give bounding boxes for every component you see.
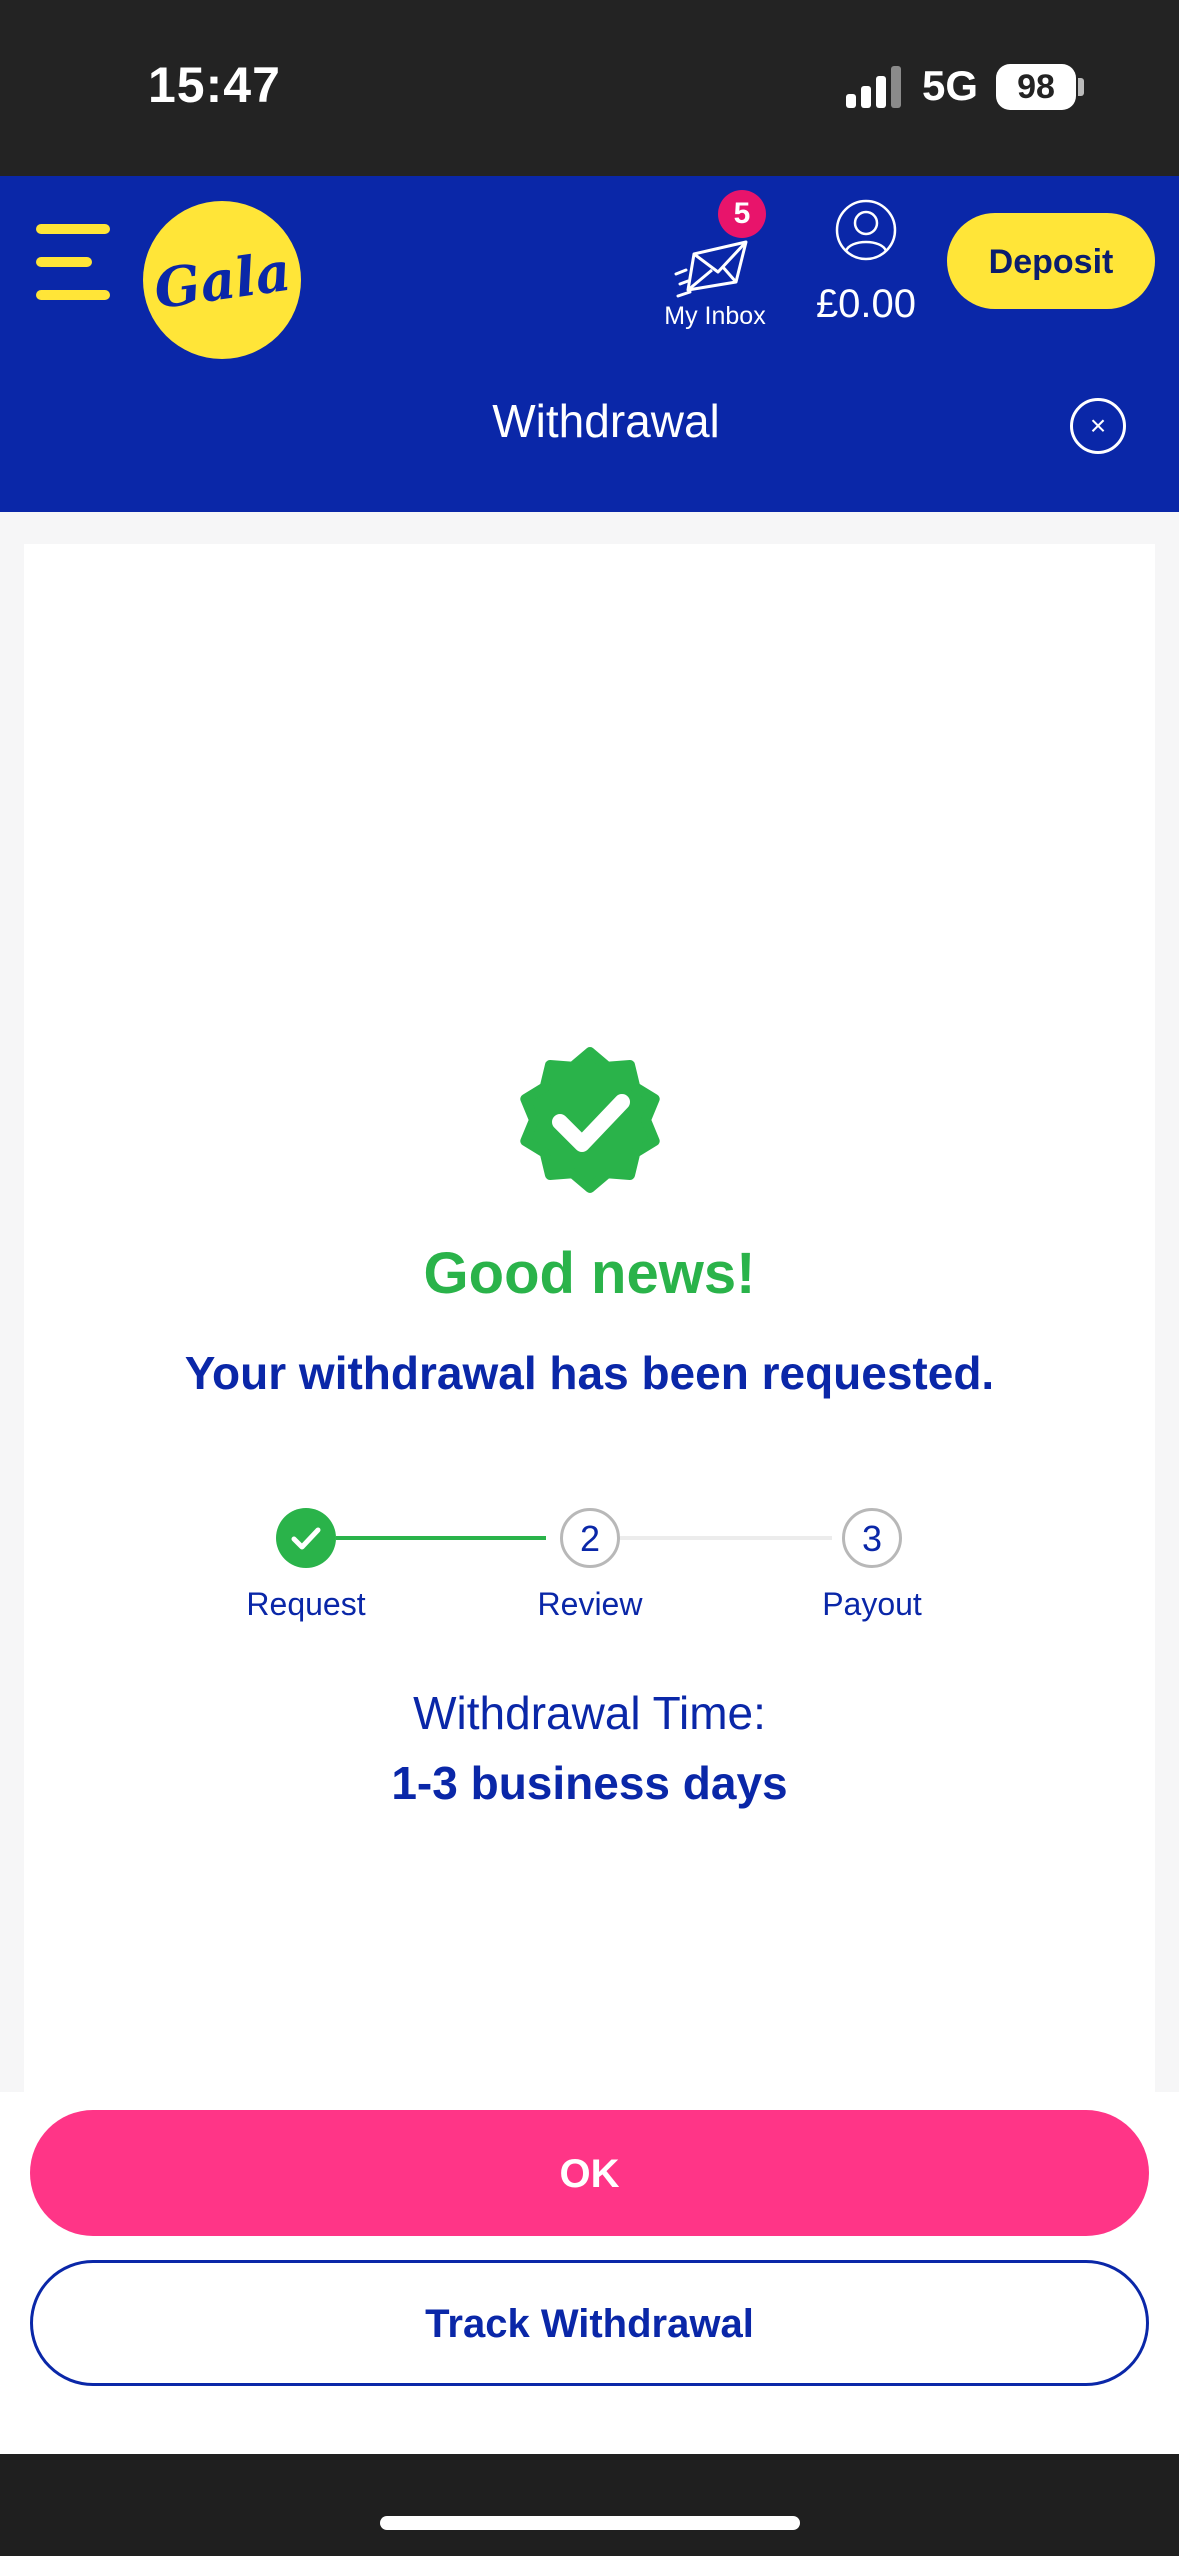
withdrawal-time-label: Withdrawal Time:	[413, 1687, 766, 1739]
track-withdrawal-button[interactable]: Track Withdrawal	[30, 2260, 1149, 2386]
signal-icon	[846, 66, 901, 108]
status-time: 15:47	[148, 57, 281, 113]
logo-text: Gala	[149, 238, 295, 322]
account-button[interactable]: £0.00	[806, 198, 926, 348]
status-bar: 15:47 5G 98	[0, 0, 1179, 176]
ok-button[interactable]: OK	[30, 2110, 1149, 2236]
step-request-complete	[276, 1508, 336, 1568]
check-icon	[291, 1527, 321, 1550]
account-balance: £0.00	[815, 282, 917, 326]
step-label-review: Review	[537, 1586, 643, 1622]
page-title: Withdrawal	[492, 395, 720, 447]
check-badge-icon	[520, 1047, 660, 1193]
step-label-payout: Payout	[822, 1586, 922, 1622]
hamburger-menu-icon[interactable]	[36, 224, 110, 300]
step-payout: 3	[842, 1508, 902, 1568]
step-connector-2	[620, 1536, 832, 1540]
success-message: Your withdrawal has been requested.	[184, 1347, 995, 1399]
home-indicator[interactable]	[380, 2516, 800, 2530]
user-icon	[835, 199, 897, 261]
inbox-button[interactable]: 5 My Inbox	[660, 186, 770, 356]
withdrawal-time-value: 1-3 business days	[391, 1757, 788, 1809]
step-connector-1	[336, 1536, 546, 1540]
deposit-button[interactable]: Deposit	[947, 213, 1155, 309]
withdrawal-progress-stepper: 2 3 Request Review Payout	[0, 1506, 1179, 1636]
app-header: Gala 5 My Inbox £0.00 Deposit Withdrawal…	[0, 176, 1179, 512]
inbox-label: My Inbox	[664, 302, 766, 330]
success-headline: Good news!	[423, 1241, 756, 1306]
confirmation-card	[24, 544, 1155, 2092]
network-type: 5G	[922, 62, 979, 109]
gala-logo[interactable]: Gala	[143, 201, 301, 359]
close-button[interactable]: ×	[1070, 398, 1126, 454]
inbox-count-badge: 5	[718, 190, 766, 238]
battery-icon: 98	[996, 64, 1076, 110]
battery-tip	[1078, 78, 1084, 96]
step-label-request: Request	[246, 1586, 366, 1622]
step-review: 2	[560, 1508, 620, 1568]
